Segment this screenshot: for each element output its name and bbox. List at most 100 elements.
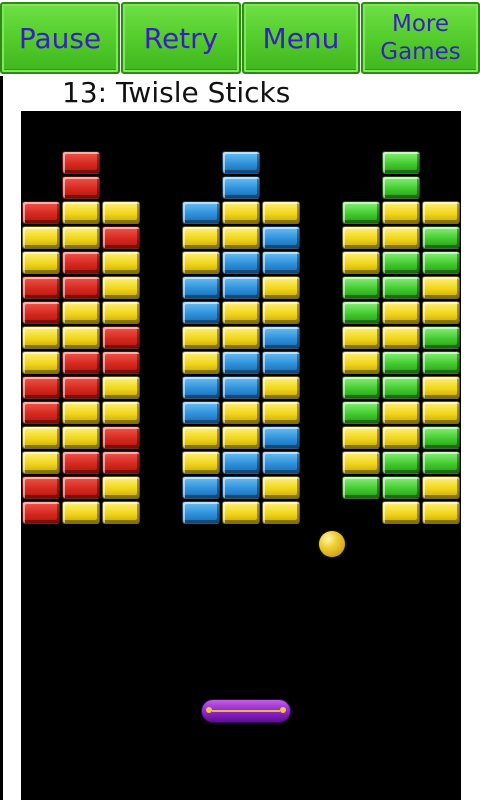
retry-button[interactable]: Retry — [121, 2, 241, 74]
brick-red — [62, 176, 100, 199]
brick-yellow — [342, 251, 380, 274]
brick-yellow — [62, 201, 100, 224]
menu-button[interactable]: Menu — [242, 2, 360, 74]
brick-yellow — [262, 501, 300, 524]
brick-blue — [222, 351, 260, 374]
brick-blue — [262, 451, 300, 474]
brick-red — [62, 351, 100, 374]
brick-yellow — [182, 226, 220, 249]
brick-red — [102, 326, 140, 349]
brick-red — [22, 501, 60, 524]
brick-yellow — [102, 201, 140, 224]
brick-yellow — [222, 401, 260, 424]
brick-yellow — [182, 326, 220, 349]
brick-yellow — [422, 501, 460, 524]
brick-green — [342, 376, 380, 399]
brick-yellow — [422, 276, 460, 299]
brick-red — [102, 426, 140, 449]
brick-yellow — [422, 476, 460, 499]
brick-blue — [262, 326, 300, 349]
brick-blue — [182, 476, 220, 499]
brick-yellow — [102, 251, 140, 274]
brick-yellow — [22, 426, 60, 449]
brick-blue — [182, 376, 220, 399]
brick-blue — [182, 201, 220, 224]
brick-yellow — [382, 401, 420, 424]
brick-yellow — [382, 201, 420, 224]
brick-red — [62, 251, 100, 274]
brick-blue — [262, 426, 300, 449]
brick-yellow — [102, 501, 140, 524]
brick-blue — [262, 226, 300, 249]
brick-red — [102, 451, 140, 474]
brick-yellow — [22, 326, 60, 349]
brick-yellow — [342, 451, 380, 474]
brick-yellow — [22, 451, 60, 474]
paddle[interactable] — [201, 699, 291, 723]
brick-yellow — [342, 351, 380, 374]
brick-yellow — [422, 301, 460, 324]
brick-red — [62, 451, 100, 474]
brick-yellow — [422, 201, 460, 224]
brick-green — [382, 351, 420, 374]
brick-yellow — [182, 451, 220, 474]
brick-green — [382, 251, 420, 274]
level-title: 13: Twisle Sticks — [62, 76, 291, 109]
brick-yellow — [382, 326, 420, 349]
brick-blue — [262, 251, 300, 274]
brick-green — [342, 476, 380, 499]
brick-yellow — [102, 401, 140, 424]
brick-red — [22, 476, 60, 499]
brick-yellow — [102, 301, 140, 324]
brick-yellow — [342, 426, 380, 449]
brick-blue — [222, 151, 260, 174]
brick-yellow — [422, 376, 460, 399]
brick-red — [62, 151, 100, 174]
paddle-left-dot — [206, 707, 212, 713]
brick-green — [422, 451, 460, 474]
brick-yellow — [262, 276, 300, 299]
brick-blue — [182, 301, 220, 324]
brick-yellow — [62, 326, 100, 349]
brick-yellow — [382, 426, 420, 449]
game-field[interactable] — [21, 111, 461, 800]
brick-yellow — [262, 376, 300, 399]
retry-button-label: Retry — [143, 21, 219, 55]
paddle-stripe — [212, 710, 280, 712]
brick-yellow — [222, 426, 260, 449]
brick-blue — [262, 351, 300, 374]
brick-blue — [182, 501, 220, 524]
brick-yellow — [102, 476, 140, 499]
left-edge — [0, 76, 3, 800]
brick-yellow — [62, 301, 100, 324]
brick-yellow — [262, 301, 300, 324]
brick-green — [382, 276, 420, 299]
brick-yellow — [222, 226, 260, 249]
paddle-right-dot — [280, 707, 286, 713]
brick-yellow — [222, 501, 260, 524]
brick-yellow — [22, 251, 60, 274]
brick-green — [422, 351, 460, 374]
brick-green — [342, 301, 380, 324]
brick-red — [22, 276, 60, 299]
brick-yellow — [342, 326, 380, 349]
brick-yellow — [382, 301, 420, 324]
brick-yellow — [62, 426, 100, 449]
brick-green — [382, 476, 420, 499]
brick-green — [342, 401, 380, 424]
brick-yellow — [62, 226, 100, 249]
brick-green — [422, 326, 460, 349]
brick-red — [62, 276, 100, 299]
brick-yellow — [22, 226, 60, 249]
brick-red — [102, 226, 140, 249]
brick-yellow — [342, 226, 380, 249]
brick-yellow — [102, 276, 140, 299]
brick-blue — [222, 276, 260, 299]
ball — [319, 531, 345, 557]
brick-blue — [222, 251, 260, 274]
brick-green — [422, 426, 460, 449]
brick-red — [62, 476, 100, 499]
pause-button[interactable]: Pause — [0, 2, 120, 74]
more-games-button[interactable]: More Games — [361, 2, 480, 74]
brick-red — [102, 351, 140, 374]
